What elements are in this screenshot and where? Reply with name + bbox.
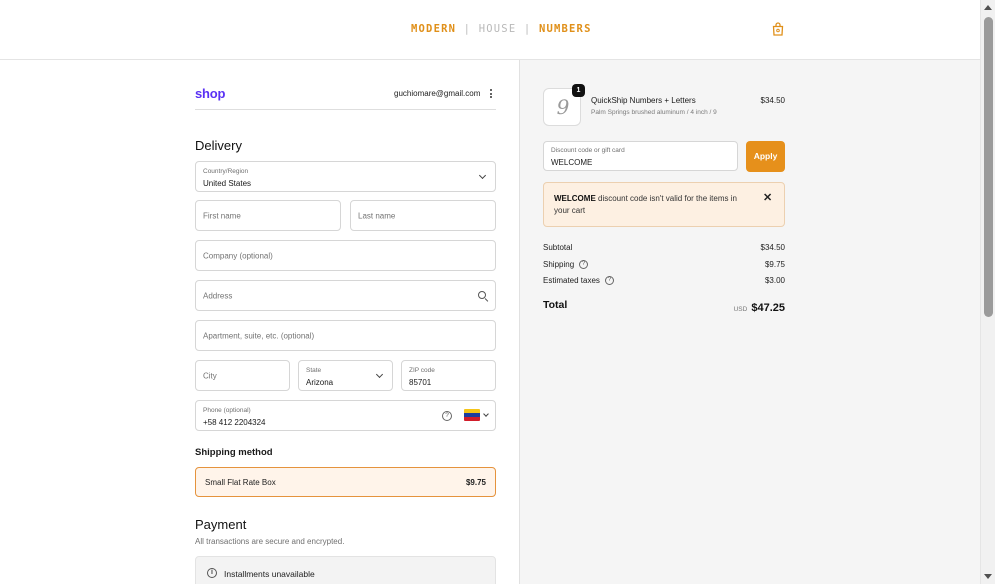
site-header: MODERN | HOUSE | NUMBERS	[0, 0, 980, 60]
phone-label: Phone (optional)	[203, 407, 251, 414]
brand-separator: |	[523, 23, 532, 35]
total-amount: $47.25	[751, 302, 785, 314]
total-value: USD $47.25	[700, 298, 785, 316]
state-value: Arizona	[306, 378, 334, 387]
taxes-value: $3.00	[764, 276, 785, 285]
address-placeholder: Address	[203, 291, 233, 300]
shipping-option[interactable]: Small Flat Rate Box $9.75	[195, 467, 496, 497]
page-scrollbar[interactable]	[980, 0, 995, 584]
address-input[interactable]: Address	[195, 280, 496, 311]
zip-value: 85701	[409, 378, 432, 387]
last-name-placeholder: Last name	[358, 211, 396, 220]
discount-value: WELCOME	[551, 158, 593, 167]
scrollbar-thumb[interactable]	[984, 17, 993, 317]
installments-text: Installments unavailable	[224, 569, 315, 579]
apartment-input[interactable]: Apartment, suite, etc. (optional)	[195, 320, 496, 351]
country-select[interactable]: Country/Region United States	[195, 161, 496, 192]
city-input[interactable]: City	[195, 360, 290, 391]
last-name-input[interactable]: Last name	[350, 200, 496, 231]
scroll-up-arrow-icon[interactable]	[984, 5, 992, 10]
discount-error-banner: WELCOME discount code isn't valid for th…	[543, 182, 785, 227]
phone-input[interactable]: Phone (optional) +58 412 2204324 ?	[195, 400, 496, 431]
scroll-down-arrow-icon[interactable]	[984, 574, 992, 579]
zip-input[interactable]: ZIP code 85701	[401, 360, 496, 391]
delivery-title: Delivery	[195, 138, 242, 153]
city-placeholder: City	[203, 371, 217, 380]
product-thumbnail-glyph: 9	[556, 95, 570, 119]
chevron-down-icon	[483, 411, 489, 417]
help-icon[interactable]: ?	[442, 411, 452, 421]
discount-error-message: WELCOME discount code isn't valid for th…	[554, 193, 754, 217]
phone-value: +58 412 2204324	[203, 418, 266, 427]
close-icon[interactable]: ✕	[763, 191, 772, 204]
account-email: guchiomare@gmail.com	[394, 89, 481, 98]
kebab-menu-icon[interactable]	[490, 89, 493, 99]
installments-notice: i Installments unavailable	[195, 556, 496, 584]
brand-logo[interactable]: MODERN | HOUSE | NUMBERS	[411, 23, 592, 35]
quantity-badge: 1	[572, 84, 585, 97]
shipping-label: Shipping	[543, 260, 575, 269]
state-label: State	[306, 367, 322, 374]
shopping-bag-icon[interactable]	[772, 22, 784, 36]
divider	[195, 109, 496, 110]
info-icon: i	[207, 568, 217, 578]
first-name-placeholder: First name	[203, 211, 241, 220]
shipping-option-name: Small Flat Rate Box	[205, 478, 276, 487]
state-select[interactable]: State Arizona	[298, 360, 393, 391]
order-summary-panel	[519, 60, 980, 584]
chevron-down-icon	[478, 171, 487, 180]
zip-label: ZIP code	[409, 367, 435, 374]
shop-pay-logo: shop	[195, 86, 226, 101]
payment-secure-text: All transactions are secure and encrypte…	[195, 537, 345, 546]
shipping-value: $9.75	[764, 260, 785, 269]
taxes-label: Estimated taxes	[543, 276, 600, 285]
brand-part-numbers: NUMBERS	[538, 23, 592, 35]
help-icon[interactable]: ?	[605, 276, 614, 285]
discount-error-code: WELCOME	[554, 194, 596, 203]
search-icon	[478, 291, 486, 299]
total-label: Total	[543, 299, 568, 311]
first-name-input[interactable]: First name	[195, 200, 341, 231]
subtotal-value: $34.50	[760, 243, 785, 252]
product-variant: Palm Springs brushed aluminum / 4 inch /…	[591, 109, 717, 116]
product-name: QuickShip Numbers + Letters	[591, 96, 696, 105]
apply-discount-button[interactable]: Apply	[746, 141, 785, 172]
product-price: $34.50	[760, 96, 785, 105]
total-currency: USD	[733, 306, 748, 313]
discount-label: Discount code or gift card	[551, 147, 625, 154]
apartment-placeholder: Apartment, suite, etc. (optional)	[203, 331, 315, 340]
company-placeholder: Company (optional)	[203, 251, 273, 260]
brand-separator: |	[463, 23, 472, 35]
shipping-option-price: $9.75	[465, 478, 486, 487]
payment-title: Payment	[195, 517, 247, 532]
country-label: Country/Region	[203, 168, 249, 175]
help-icon[interactable]: ?	[579, 260, 588, 269]
subtotal-label: Subtotal	[543, 243, 573, 252]
shipping-method-title: Shipping method	[195, 447, 273, 458]
discount-code-input[interactable]: Discount code or gift card WELCOME	[543, 141, 738, 171]
country-value: United States	[203, 179, 252, 188]
chevron-down-icon	[375, 370, 384, 379]
company-input[interactable]: Company (optional)	[195, 240, 496, 271]
brand-part-house: HOUSE	[478, 23, 517, 35]
brand-part-modern: MODERN	[411, 23, 457, 35]
venezuela-flag-icon[interactable]	[464, 409, 480, 421]
